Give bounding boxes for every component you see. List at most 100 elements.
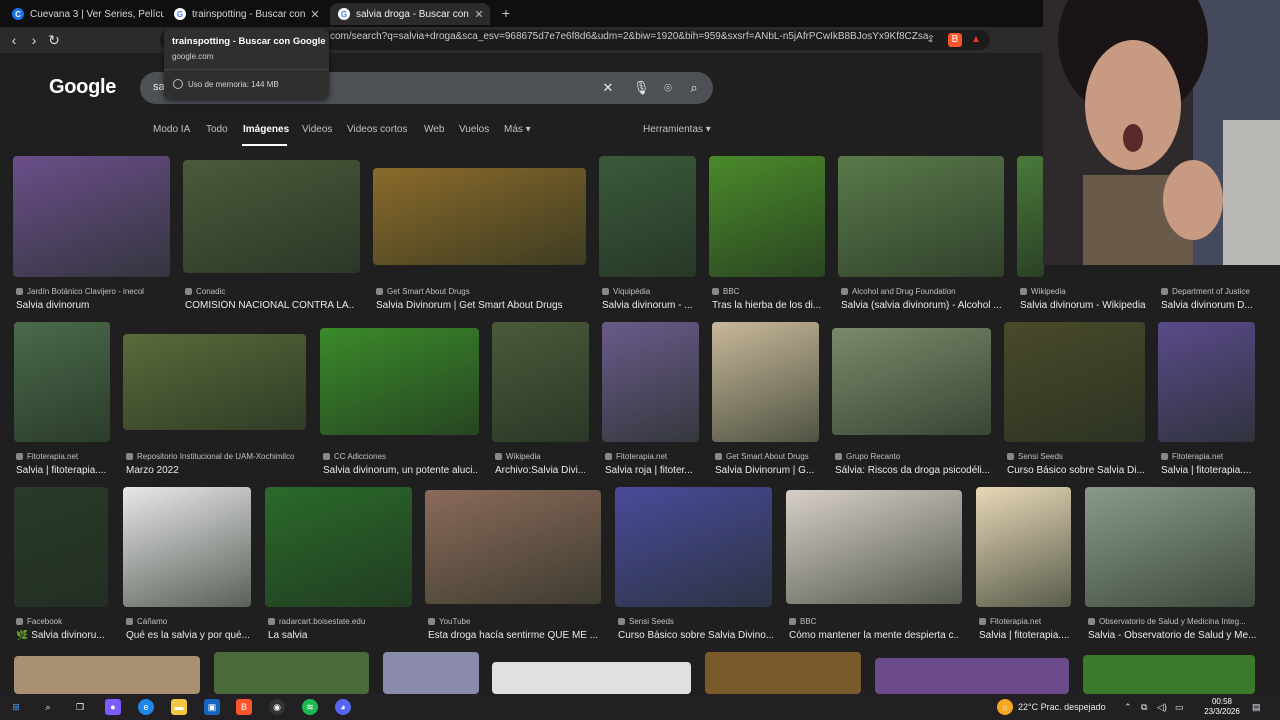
close-tab-icon[interactable]: ✕	[308, 8, 322, 21]
result-image[interactable]	[123, 487, 251, 607]
discord-icon[interactable]: ◕	[335, 699, 351, 715]
speaker-icon[interactable]: ◁)	[1157, 702, 1167, 713]
share-icon[interactable]: ⇪	[924, 33, 938, 47]
result-caption[interactable]: Curso Básico sobre Salvia Divino...	[618, 630, 773, 641]
result-image[interactable]	[14, 656, 200, 694]
brave-shields-icon[interactable]: B	[948, 33, 962, 47]
result-image[interactable]	[492, 662, 691, 694]
result-image[interactable]	[712, 322, 819, 442]
result-source[interactable]: Sensi Seeds	[1007, 452, 1145, 461]
result-source[interactable]: Facebook	[16, 617, 108, 626]
result-caption[interactable]: Salvia Divinorum | Get Smart About Drugs	[376, 300, 576, 311]
result-caption[interactable]: Curso Básico sobre Salvia Di...	[1007, 465, 1145, 476]
tab-modo-ia[interactable]: Modo IA	[153, 124, 190, 135]
result-caption[interactable]: Salvia | fitoterapia....	[979, 630, 1071, 641]
search-icon[interactable]: ⌕	[40, 699, 56, 715]
result-caption[interactable]: Salvia divinorum - Wikipedia	[1020, 300, 1150, 311]
result-image[interactable]	[183, 160, 360, 273]
result-image[interactable]	[1085, 487, 1255, 607]
result-source[interactable]: Fitoterapia.net	[16, 452, 111, 461]
url-text[interactable]: com/search?q=salvia+droga&sca_esv=968675…	[330, 31, 930, 42]
clear-search-icon[interactable]: ✕	[600, 80, 616, 96]
network-icon[interactable]: ⧉	[1141, 702, 1147, 713]
chevron-up-icon[interactable]: ⌃	[1124, 702, 1132, 713]
tab-cuevana[interactable]: C Cuevana 3 | Ver Series, Películas y	[4, 3, 164, 25]
result-image[interactable]	[602, 322, 699, 442]
result-source[interactable]: BBC	[712, 287, 822, 296]
result-image[interactable]	[1083, 655, 1255, 694]
result-image[interactable]	[599, 156, 696, 277]
result-source[interactable]: Get Smart About Drugs	[376, 287, 576, 296]
reload-icon[interactable]: ↻	[46, 32, 62, 48]
result-image[interactable]	[875, 658, 1069, 694]
result-source[interactable]: Observatorio de Salud y Medicina Integ..…	[1088, 617, 1256, 626]
result-image[interactable]	[14, 322, 110, 442]
tab-imagenes[interactable]: Imágenes	[243, 124, 289, 135]
result-image[interactable]	[615, 487, 772, 607]
result-caption[interactable]: Archivo:Salvia Divi...	[495, 465, 585, 476]
result-image[interactable]	[14, 487, 108, 607]
tab-web[interactable]: Web	[424, 124, 444, 135]
result-image[interactable]	[838, 156, 1004, 277]
notifications-icon[interactable]: ▤	[1252, 702, 1261, 713]
result-caption[interactable]: Tras la hierba de los di...	[712, 300, 822, 311]
result-source[interactable]: Alcohol and Drug Foundation	[841, 287, 1001, 296]
tab-vuelos[interactable]: Vuelos	[459, 124, 489, 135]
copilot-icon[interactable]: ●	[105, 699, 121, 715]
result-caption[interactable]: Salvia divinorum, un potente aluci...	[323, 465, 478, 476]
result-image[interactable]	[123, 334, 306, 430]
result-image[interactable]	[320, 328, 479, 435]
result-image[interactable]	[705, 652, 861, 694]
tab-trainspotting[interactable]: G trainspotting - Buscar con Google ✕	[166, 3, 326, 25]
result-source[interactable]: Department of Justice	[1161, 287, 1261, 296]
result-image[interactable]	[13, 156, 170, 277]
result-caption[interactable]: Qué es la salvia y por qué...	[126, 630, 251, 641]
new-tab-button[interactable]: +	[499, 5, 513, 21]
result-caption[interactable]: Salvia roja | fitoter...	[605, 465, 695, 476]
result-source[interactable]: BBC	[789, 617, 959, 626]
result-caption[interactable]: Salvia Divinorum | G...	[715, 465, 815, 476]
brave-icon[interactable]: B	[236, 699, 252, 715]
result-image[interactable]	[1017, 156, 1044, 277]
weather-text[interactable]: 22°C Prac. despejado	[1018, 702, 1106, 712]
result-source[interactable]: radarcart.boisestate.edu	[268, 617, 408, 626]
result-caption[interactable]: Salvia divinorum	[16, 300, 166, 311]
tab-mas[interactable]: Más ▾	[504, 124, 531, 135]
result-image[interactable]	[425, 490, 601, 604]
lens-icon[interactable]: ⌾	[660, 80, 676, 96]
battery-icon[interactable]: ▭	[1175, 702, 1184, 713]
result-image[interactable]	[1004, 322, 1145, 442]
result-source[interactable]: Wikipedia	[1020, 287, 1150, 296]
result-caption[interactable]: Marzo 2022	[126, 465, 306, 476]
spotify-icon[interactable]: ≋	[302, 699, 318, 715]
result-source[interactable]: Fitoterapia.net	[1161, 452, 1256, 461]
tab-videos[interactable]: Videos	[302, 124, 332, 135]
result-caption[interactable]: Salvia (salvia divinorum) - Alcohol ...	[841, 300, 1001, 311]
result-caption[interactable]: Salvia - Observatorio de Salud y Me...	[1088, 630, 1256, 641]
result-source[interactable]: Wikipedia	[495, 452, 585, 461]
tab-salvia-droga[interactable]: G salvia droga - Buscar con Google ✕	[330, 3, 490, 25]
result-image[interactable]	[214, 652, 369, 694]
result-caption[interactable]: Esta droga hacía sentirme QUE ME ...	[428, 630, 598, 641]
result-image[interactable]	[265, 487, 412, 607]
result-caption[interactable]: Cómo mantener la mente despierta c...	[789, 630, 959, 641]
result-image[interactable]	[492, 322, 589, 442]
result-source[interactable]: Repositorio Institucional de UAM-Xochimi…	[126, 452, 306, 461]
tab-videos-cortos[interactable]: Videos cortos	[347, 124, 407, 135]
store-icon[interactable]: ▣	[204, 699, 220, 715]
search-input[interactable]: sa	[153, 81, 165, 93]
close-tab-icon[interactable]: ✕	[472, 8, 486, 21]
google-logo[interactable]: Google	[49, 76, 116, 99]
result-source[interactable]: Get Smart About Drugs	[715, 452, 815, 461]
obs-icon[interactable]: ◉	[269, 699, 285, 715]
file-explorer-icon[interactable]: ▬	[171, 699, 187, 715]
result-source[interactable]: Viquipèdia	[602, 287, 692, 296]
forward-icon[interactable]: ›	[26, 32, 42, 48]
result-caption[interactable]: 🌿 Salvia divinoru...	[16, 630, 108, 641]
result-source[interactable]: Sensi Seeds	[618, 617, 773, 626]
result-image[interactable]	[383, 652, 479, 694]
microphone-icon[interactable]: 🎙	[633, 80, 650, 96]
start-icon[interactable]: ⊞	[8, 699, 24, 715]
result-image[interactable]	[709, 156, 825, 277]
result-caption[interactable]: Salvia | fitoterapia....	[1161, 465, 1256, 476]
